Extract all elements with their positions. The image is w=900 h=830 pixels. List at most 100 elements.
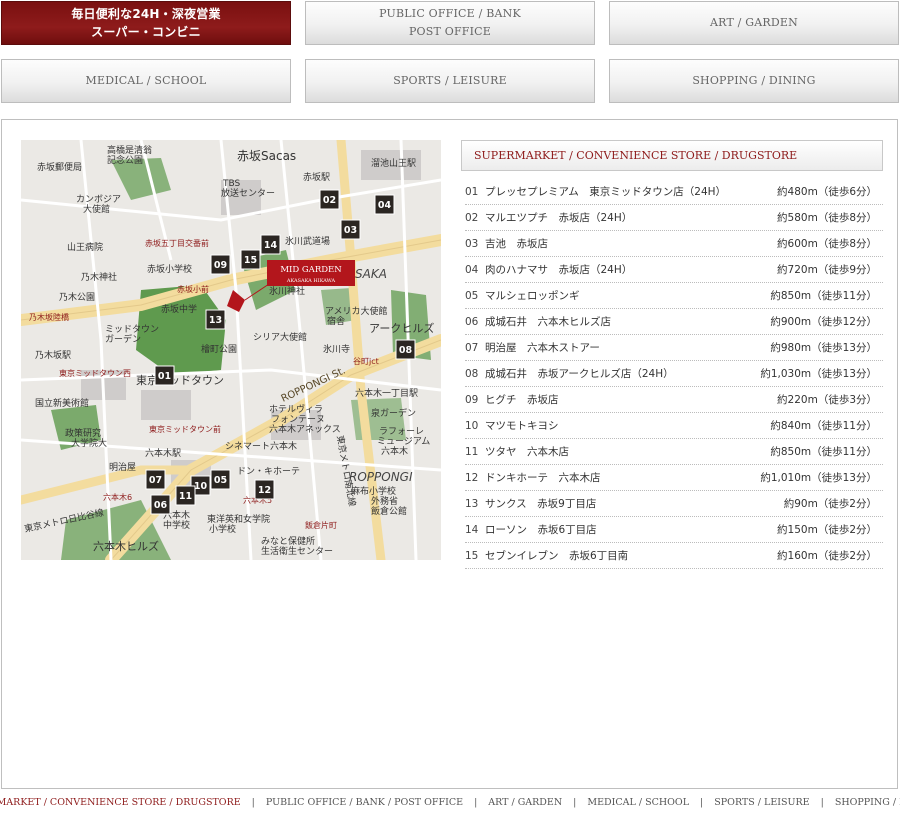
- svg-text:ミュージアム: ミュージアム: [377, 436, 430, 447]
- svg-text:ROPPONGI: ROPPONGI: [349, 470, 413, 484]
- svg-text:六本木アネックス: 六本木アネックス: [269, 423, 341, 435]
- store-number: 05: [465, 289, 479, 302]
- svg-text:高橋是清翁: 高橋是清翁: [107, 144, 152, 156]
- svg-text:谷町jct: 谷町jct: [353, 357, 379, 366]
- store-marker-label: 05: [214, 475, 227, 486]
- store-distance: 約220m（徒歩3分）: [777, 394, 877, 406]
- bottom-nav-link-5[interactable]: SHOPPING / DINING: [835, 797, 900, 808]
- store-marker-14[interactable]: 14: [260, 234, 281, 255]
- store-item-12: 12 ドンキホーテ 六本木店 約1,010m（徒歩13分）: [465, 465, 883, 491]
- property-name: MID GARDEN: [280, 265, 342, 275]
- svg-text:東洋英和女学院: 東洋英和女学院: [207, 513, 270, 525]
- svg-text:ドン・キホーテ: ドン・キホーテ: [237, 466, 300, 477]
- store-number: 06: [465, 315, 479, 328]
- svg-text:赤坂五丁目交番前: 赤坂五丁目交番前: [145, 238, 209, 248]
- svg-text:放送センター: 放送センター: [221, 187, 275, 199]
- tab-public-office[interactable]: PUBLIC OFFICE / BANK POST OFFICE: [305, 1, 595, 45]
- svg-text:東京ミッドタウン前: 東京ミッドタウン前: [149, 424, 221, 434]
- store-name: ヒグチ 赤坂店: [485, 394, 559, 406]
- store-marker-15[interactable]: 15: [240, 249, 261, 270]
- store-marker-label: 15: [244, 255, 257, 266]
- svg-text:乃木坂陸橋: 乃木坂陸橋: [29, 312, 69, 322]
- svg-text:フォンテーヌ: フォンテーヌ: [271, 414, 325, 425]
- store-number: 10: [465, 419, 479, 432]
- svg-text:六本木ヒルズ: 六本木ヒルズ: [93, 539, 159, 553]
- store-marker-12[interactable]: 12: [254, 479, 275, 500]
- store-marker-label: 11: [179, 491, 192, 502]
- bottom-nav-link-2[interactable]: ART / GARDEN: [488, 797, 562, 808]
- svg-text:記念公園: 記念公園: [107, 154, 143, 166]
- store-number: 03: [465, 237, 479, 250]
- bottom-nav-link-0[interactable]: SUPERMARKET / CONVENIENCE STORE / DRUGST…: [0, 797, 241, 808]
- tab-medical-school[interactable]: MEDICAL / SCHOOL: [1, 59, 291, 103]
- store-item-04: 04 肉のハナマサ 赤坂店（24H） 約720m（徒歩9分）: [465, 257, 883, 283]
- tab-shopping-dining[interactable]: SHOPPING / DINING: [609, 59, 899, 103]
- store-name: プレッセプレミアム 東京ミッドタウン店（24H）: [485, 186, 727, 198]
- svg-text:赤坂小前: 赤坂小前: [177, 284, 209, 294]
- store-distance: 約480m（徒歩6分）: [777, 186, 877, 198]
- bottom-nav-link-3[interactable]: MEDICAL / SCHOOL: [587, 797, 689, 808]
- svg-text:六本木一丁目駅: 六本木一丁目駅: [355, 387, 418, 399]
- tab-art-label: ART / GARDEN: [710, 16, 798, 29]
- svg-text:乃木神社: 乃木神社: [81, 271, 117, 283]
- store-marker-label: 04: [378, 200, 392, 211]
- store-number: 01: [465, 185, 479, 198]
- tab-supermarket-line1: 毎日便利な24H・深夜営業: [71, 7, 221, 21]
- svg-text:氷川武道場: 氷川武道場: [285, 235, 330, 247]
- store-item-02: 02 マルエツプチ 赤坂店（24H） 約580m（徒歩8分）: [465, 205, 883, 231]
- svg-text:生活衛生センター: 生活衛生センター: [261, 545, 333, 557]
- store-distance: 約850m（徒歩11分）: [770, 446, 877, 458]
- store-marker-05[interactable]: 05: [210, 469, 231, 490]
- bottom-nav-link-1[interactable]: PUBLIC OFFICE / BANK / POST OFFICE: [266, 797, 463, 808]
- svg-text:シネマート六本木: シネマート六本木: [225, 440, 297, 452]
- svg-text:外務省: 外務省: [371, 495, 398, 507]
- store-marker-06[interactable]: 06: [150, 494, 171, 515]
- store-number: 12: [465, 471, 479, 484]
- store-distance: 約150m（徒歩2分）: [777, 524, 877, 536]
- store-distance: 約980m（徒歩13分）: [770, 342, 877, 354]
- svg-text:ラフォーレ: ラフォーレ: [379, 426, 424, 437]
- store-marker-label: 01: [158, 371, 171, 382]
- store-marker-label: 12: [258, 485, 271, 496]
- bottom-nav-link-4[interactable]: SPORTS / LEISURE: [714, 797, 809, 808]
- tab-art-garden[interactable]: ART / GARDEN: [609, 1, 899, 45]
- tab-sports-leisure[interactable]: SPORTS / LEISURE: [305, 59, 595, 103]
- store-distance: 約600m（徒歩8分）: [777, 238, 877, 250]
- store-marker-02[interactable]: 02: [319, 189, 340, 210]
- store-name: ツタヤ 六本木店: [485, 446, 569, 458]
- tab-supermarket[interactable]: 毎日便利な24H・深夜営業 スーパー・コンビニ: [1, 1, 291, 45]
- store-marker-13[interactable]: 13: [205, 309, 226, 330]
- store-marker-01[interactable]: 01: [154, 365, 175, 386]
- svg-text:赤坂駅: 赤坂駅: [303, 172, 330, 183]
- svg-text:大使館: 大使館: [83, 203, 110, 215]
- content-panel: 赤坂Sacas 赤坂駅 溜池山王駅 TBS 放送センター 高橋是清翁 記念公園 …: [1, 119, 898, 789]
- store-marker-09[interactable]: 09: [210, 254, 231, 275]
- store-number: 08: [465, 367, 479, 380]
- svg-text:泉ガーデン: 泉ガーデン: [371, 407, 416, 419]
- store-number: 09: [465, 393, 479, 406]
- store-number: 14: [465, 523, 479, 536]
- tab-supermarket-line2: スーパー・コンビニ: [91, 25, 201, 39]
- store-marker-11[interactable]: 11: [175, 485, 196, 506]
- tab-shopping-label: SHOPPING / DINING: [692, 74, 816, 87]
- svg-text:政策研究: 政策研究: [65, 427, 101, 439]
- svg-text:六本木6: 六本木6: [103, 492, 132, 502]
- store-marker-03[interactable]: 03: [340, 219, 361, 240]
- store-number: 04: [465, 263, 479, 276]
- svg-text:六本木駅: 六本木駅: [145, 447, 181, 459]
- store-marker-label: 13: [209, 315, 222, 326]
- area-map[interactable]: 赤坂Sacas 赤坂駅 溜池山王駅 TBS 放送センター 高橋是清翁 記念公園 …: [21, 140, 441, 560]
- store-name: マツモトキヨシ: [485, 420, 559, 432]
- store-marker-07[interactable]: 07: [145, 469, 166, 490]
- tab-public-line2: POST OFFICE: [408, 25, 492, 38]
- svg-text:アメリカ大使館: アメリカ大使館: [325, 305, 388, 317]
- svg-text:赤坂中学: 赤坂中学: [161, 303, 197, 315]
- store-item-03: 03 吉池 赤坂店 約600m（徒歩8分）: [465, 231, 883, 257]
- map-svg: 赤坂Sacas 赤坂駅 溜池山王駅 TBS 放送センター 高橋是清翁 記念公園 …: [21, 140, 441, 560]
- svg-text:赤坂郵便局: 赤坂郵便局: [37, 161, 82, 173]
- store-marker-04[interactable]: 04: [374, 194, 395, 215]
- store-number: 13: [465, 497, 479, 510]
- svg-text:アークヒルズ: アークヒルズ: [369, 321, 434, 335]
- store-marker-08[interactable]: 08: [395, 339, 416, 360]
- store-item-13: 13 サンクス 赤坂9丁目店 約90m（徒歩2分）: [465, 491, 883, 517]
